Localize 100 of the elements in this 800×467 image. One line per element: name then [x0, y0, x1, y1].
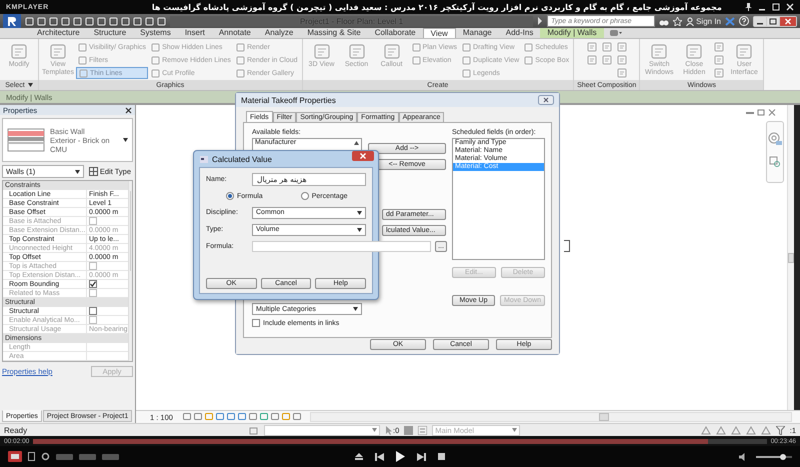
tool-icon — [616, 68, 627, 78]
ribbon-button[interactable] — [584, 54, 599, 66]
ribbon-button[interactable] — [600, 54, 614, 66]
tool-icon — [714, 42, 724, 52]
zoom-icon[interactable] — [769, 156, 781, 168]
ribbon-tab[interactable]: Collaborate — [368, 28, 423, 38]
3d-icon[interactable] — [8, 451, 22, 462]
ribbon-tab[interactable]: View — [422, 28, 456, 38]
previous-icon[interactable] — [375, 452, 384, 460]
tool-icon — [602, 55, 612, 65]
ribbon-button[interactable] — [600, 41, 614, 53]
tool-icon — [312, 43, 331, 61]
user-icon — [686, 16, 694, 26]
ribbon-button[interactable] — [614, 67, 629, 79]
ribbon-tab[interactable]: Structure — [86, 28, 134, 38]
arrow-icon[interactable] — [537, 17, 544, 25]
next-icon[interactable] — [417, 452, 426, 460]
radio-button[interactable] — [226, 192, 234, 200]
close-icon[interactable] — [125, 106, 132, 114]
checkbox[interactable] — [89, 307, 97, 315]
volume-thumb[interactable] — [780, 454, 786, 460]
tool-icon — [586, 42, 597, 52]
ribbon-button[interactable] — [614, 54, 629, 66]
sign-in-button[interactable]: Sign In — [686, 16, 721, 26]
edit-type-icon — [88, 167, 98, 176]
ribbon-tab[interactable]: Add-Ins — [498, 28, 540, 38]
maximize-icon[interactable] — [767, 16, 779, 26]
panel-toggle-icon[interactable] — [610, 30, 622, 36]
help-icon[interactable] — [739, 16, 749, 26]
exchange-icon[interactable] — [725, 16, 735, 26]
eject-icon[interactable] — [355, 453, 363, 460]
settings-icon[interactable] — [41, 452, 50, 461]
tool-icon — [616, 42, 627, 52]
select-option-icon[interactable] — [700, 426, 711, 434]
wheel-icon[interactable] — [768, 132, 782, 146]
restore-icon[interactable] — [757, 109, 765, 116]
tool-icon — [650, 43, 668, 61]
status-text: Ready — [4, 426, 28, 434]
radio-button[interactable] — [300, 192, 309, 200]
caret-icon — [353, 307, 358, 311]
ribbon-button[interactable] — [584, 41, 599, 53]
ribbon-button[interactable] — [712, 54, 726, 66]
checkbox[interactable] — [252, 319, 260, 327]
select-option-icon[interactable] — [730, 426, 741, 434]
ribbon-button[interactable] — [614, 41, 629, 53]
chip-icon[interactable] — [56, 454, 73, 460]
tool-icon — [602, 42, 612, 52]
tool-icon — [714, 55, 724, 65]
chip-icon[interactable] — [79, 454, 96, 460]
scrollbar[interactable] — [128, 181, 132, 361]
play-icon[interactable] — [396, 451, 405, 462]
ribbon-tab[interactable]: Modify | Walls — [540, 28, 604, 38]
filter-icon[interactable] — [776, 426, 785, 434]
minimize-icon[interactable] — [754, 16, 766, 26]
app-logo-icon[interactable] — [3, 14, 21, 28]
ribbon-tab[interactable]: Architecture — [30, 28, 87, 38]
design-options-icon[interactable] — [404, 426, 414, 434]
ribbon-button[interactable] — [712, 67, 726, 79]
dialog-title: Material Takeoff Properties — [241, 96, 336, 104]
tool-icon — [685, 43, 704, 61]
video-title: مجموعه آموزشی جامع ، گام به گام و کاربردی نرم افزار رویت آرکیتکچر ۲۰۱۶ مدرس : سعید فدایی ( تیچرمن ) گروه آموزشی پادشاه گرافیست ها — [150, 2, 723, 12]
wall-mark[interactable] — [564, 240, 570, 252]
scrollbar[interactable] — [310, 412, 792, 422]
playlist-icon[interactable] — [28, 452, 35, 461]
scroll-up-icon[interactable] — [354, 141, 359, 145]
star-icon[interactable] — [673, 16, 682, 26]
caret-icon — [372, 428, 377, 432]
wall-swatch-icon — [7, 128, 45, 152]
caret-icon — [512, 428, 518, 432]
caret-icon — [357, 210, 362, 214]
tool-icon — [714, 68, 724, 78]
worksets-icon[interactable] — [249, 426, 259, 434]
tool-icon — [10, 43, 28, 61]
scrollbar[interactable] — [787, 105, 794, 410]
formula-field[interactable] — [252, 241, 431, 252]
close-icon[interactable] — [538, 95, 554, 105]
ribbon-button[interactable] — [712, 41, 726, 53]
ribbon-tab[interactable]: Annotate — [212, 28, 258, 38]
dialog-icon — [200, 156, 208, 162]
ribbon-tab[interactable]: Massing & Site — [300, 28, 368, 38]
select-option-icon[interactable] — [716, 426, 726, 434]
select-option-icon[interactable] — [746, 426, 756, 434]
caret-icon — [74, 170, 80, 174]
pin-icon[interactable] — [745, 3, 752, 11]
pointer-icon — [385, 426, 392, 434]
ribbon-tab[interactable]: Analyze — [258, 28, 300, 38]
chip-icon[interactable] — [102, 454, 119, 460]
tool-icon — [616, 55, 627, 65]
ribbon-tab[interactable]: Manage — [456, 28, 499, 38]
tool-icon — [49, 43, 67, 61]
checkbox[interactable] — [89, 280, 97, 288]
tool-icon — [586, 55, 597, 65]
ribbon-tab[interactable]: Systems — [133, 28, 178, 38]
tool-icon — [735, 43, 754, 61]
maximize-icon[interactable] — [772, 3, 780, 11]
ribbon-tab[interactable]: Insert — [178, 28, 212, 38]
design-options-icon[interactable] — [418, 426, 428, 434]
tool-icon — [348, 43, 366, 61]
select-option-icon[interactable] — [760, 426, 771, 434]
dialog-title: Calculated Value — [212, 154, 273, 164]
